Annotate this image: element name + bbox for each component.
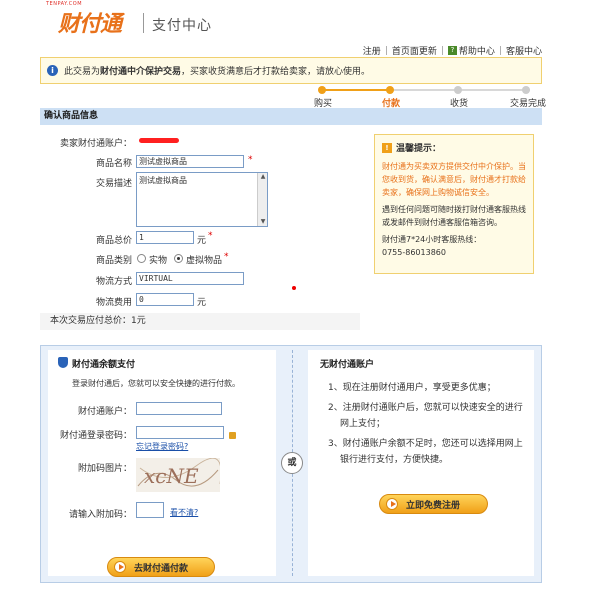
product-name-input[interactable]: 测试虚拟商品 (136, 155, 244, 168)
scroll-down-icon[interactable]: ▼ (258, 218, 268, 226)
seller-account-label: 卖家财付通账户： (59, 139, 132, 149)
question-icon: ? (447, 46, 457, 55)
play-icon (386, 498, 398, 510)
logo-divider (143, 13, 144, 33)
link-separator: | (498, 45, 502, 56)
captcha-input-label: 请输入附加码： (68, 510, 132, 520)
shield-icon (58, 357, 68, 368)
type-virtual-label: 虚拟物品 (186, 256, 223, 266)
captcha-image[interactable]: xcNE (136, 458, 220, 492)
captcha-image-label: 附加码图片： (77, 464, 132, 474)
shipping-input[interactable]: VIRTUAL (136, 272, 244, 285)
account-label: 财付通账户： (77, 407, 132, 417)
shipping-label: 物流方式 (95, 277, 132, 287)
type-virtual-radio[interactable] (174, 254, 183, 263)
seller-account-value-redacted (139, 138, 179, 143)
step-dot-complete (522, 86, 530, 94)
section-title: 确认商品信息 (40, 108, 542, 125)
page-title: 支付中心 (152, 18, 212, 34)
hotline-number: 0755-86013860 (382, 248, 446, 257)
notice-prefix: 此交易为 (64, 67, 101, 77)
type-physical-label: 实物 (149, 256, 168, 266)
register-button-label: 立即免费注册 (406, 500, 461, 511)
register-link[interactable]: 注册 (363, 44, 381, 57)
pay-button-label: 去财付通付款 (134, 563, 189, 574)
captcha-text: xcNE (144, 464, 199, 488)
shipping-fee-input[interactable]: 0 (136, 293, 194, 306)
description-label: 交易描述 (95, 179, 132, 189)
password-input[interactable] (136, 426, 224, 439)
step-dot-buy (318, 86, 326, 94)
or-badge: 或 (281, 452, 303, 474)
step-dot-pay (386, 86, 394, 94)
list-item: 网上支付； (340, 419, 386, 429)
free-register-button[interactable]: 立即免费注册 (379, 494, 488, 514)
refresh-captcha-link[interactable]: 看不清? (170, 507, 198, 518)
link-separator: | (384, 45, 388, 56)
info-icon: i (47, 65, 58, 76)
tips-title: ! 温馨提示： (382, 141, 526, 154)
no-account-title: 无财付通账户 (320, 360, 375, 370)
step-dot-receive (454, 86, 462, 94)
required-mark: * (248, 155, 253, 165)
account-input[interactable] (136, 402, 222, 415)
price-unit: 元 (197, 236, 207, 246)
captcha-graphic: xcNE (137, 458, 220, 488)
progress-fill (320, 89, 388, 91)
type-physical-radio[interactable] (137, 254, 146, 263)
scroll-up-icon[interactable]: ▲ (258, 173, 268, 181)
product-name-label: 商品名称 (95, 159, 132, 169)
benefits-list: 1、现在注册财付通用户，享受更多优惠； 2、注册财付通账户后，您就可以快速安全的… (328, 380, 532, 468)
tips-box: ! 温馨提示： 财付通为买卖双方提供交付中介保护。当您收到货，确认满意后，财付通… (374, 134, 534, 274)
lock-icon (229, 432, 236, 439)
notice-icon: ! (382, 142, 392, 153)
pay-with-tenpay-button[interactable]: 去财付通付款 (107, 557, 215, 577)
play-icon (114, 561, 126, 573)
help-center-link[interactable]: 帮助中心 (459, 44, 495, 57)
list-item: 银行进行支付，方便快捷。 (340, 455, 449, 465)
tips-item: 财付通为买卖双方提供交付中介保护。当您收到货，确认满意后，财付通才打款给卖家，确… (382, 162, 526, 197)
fee-unit: 元 (197, 298, 207, 308)
description-textarea[interactable]: 测试虚拟商品 (136, 172, 268, 227)
tips-item: 财付通7*24小时客服热线： (382, 235, 482, 244)
shipping-fee-label: 物流费用 (95, 298, 132, 308)
stray-dot (292, 286, 296, 290)
top-links: 注册 | 首页面更新 | ? 帮助中心 | 客服中心 (363, 44, 542, 58)
required-mark: * (208, 231, 213, 241)
total-price-input[interactable]: 1 (136, 231, 194, 244)
logo[interactable]: 财付通 (58, 6, 122, 38)
description-scrollbar[interactable]: ▲ ▼ (257, 173, 267, 226)
tips-item: 遇到任何问题可随时拨打财付通客服热线或发邮件到财付通客服信箱咨询。 (382, 205, 526, 227)
forgot-password-link[interactable]: 忘记登录密码? (136, 441, 188, 452)
customer-service-link[interactable]: 客服中心 (506, 44, 542, 57)
tips-title-text: 温馨提示： (396, 144, 442, 154)
total-amount: 本次交易应付总价：1元 (40, 313, 360, 330)
link-separator: | (440, 45, 444, 56)
total-price-label: 商品总价 (95, 236, 132, 246)
home-update-link[interactable]: 首页面更新 (392, 44, 437, 57)
captcha-input[interactable] (136, 502, 164, 518)
balance-pay-title: 财付通余额支付 (72, 360, 136, 370)
list-item: 2、注册财付通账户后，您就可以快速安全的进行 (328, 403, 523, 413)
notice-bold: 财付通中介保护交易 (100, 67, 182, 77)
password-label: 财付通登录密码： (59, 431, 132, 441)
list-item: 3、财付通账户余额不足时，您还可以选择用网上 (328, 439, 523, 449)
required-mark: * (224, 252, 229, 262)
balance-pay-intro: 登录财付通后，您就可以安全快捷的进行付款。 (72, 379, 240, 388)
notice-suffix: ，买家收货满意后才打款给卖家，请放心使用。 (181, 67, 371, 77)
product-type-label: 商品类别 (95, 256, 132, 266)
notice-bar: i 此交易为 财付通中介保护交易 ，买家收货满意后才打款给卖家，请放心使用。 (40, 57, 542, 84)
list-item: 1、现在注册财付通用户，享受更多优惠； (328, 383, 496, 393)
